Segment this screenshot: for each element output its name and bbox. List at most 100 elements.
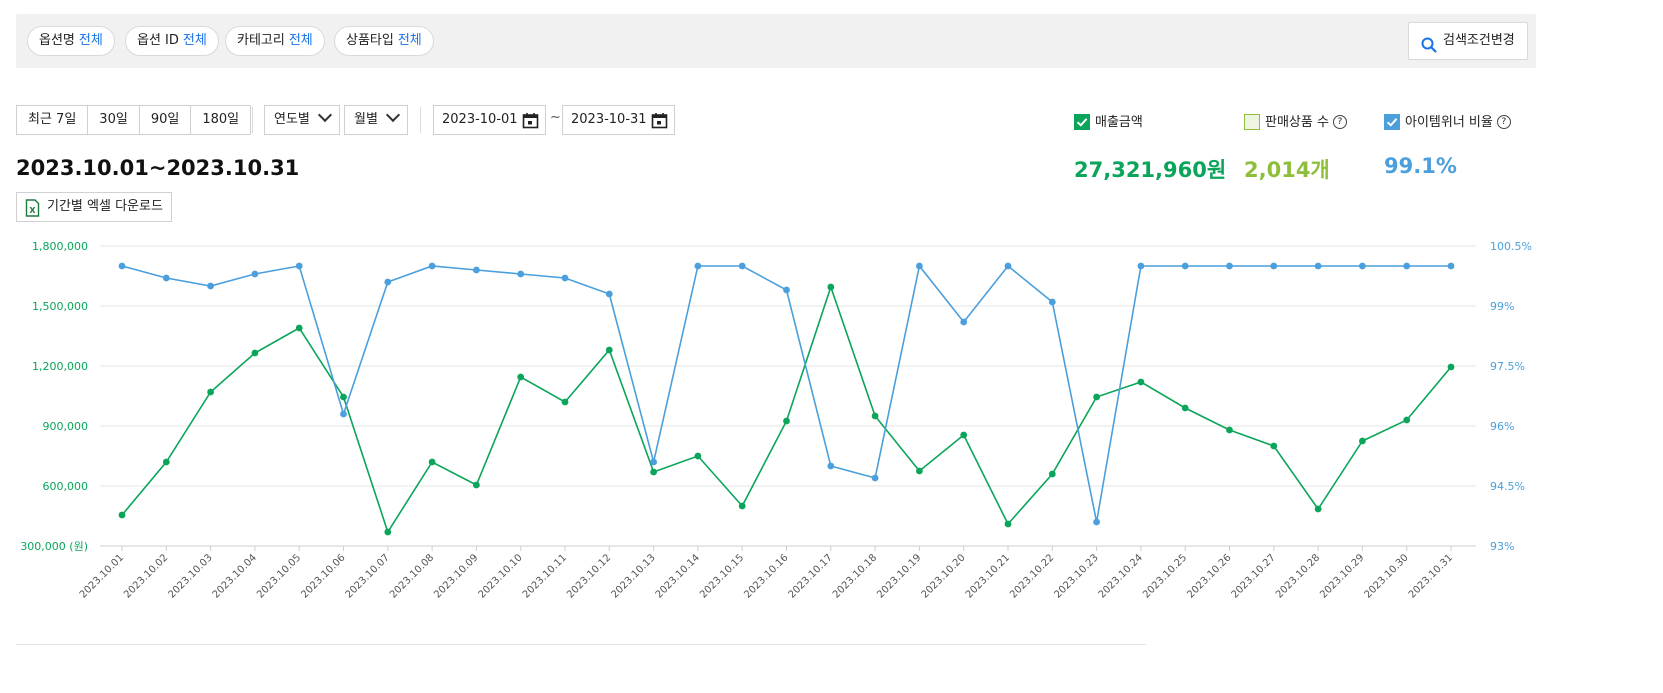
sales-data-point[interactable]	[428, 458, 436, 466]
right-axis-tick-label: 96%	[1490, 420, 1514, 433]
period-180d-button[interactable]: 180일	[191, 106, 250, 134]
ratio-data-point[interactable]	[428, 262, 436, 270]
ratio-data-point[interactable]	[340, 410, 347, 418]
sales-data-point[interactable]	[384, 528, 392, 536]
sales-data-point[interactable]	[1447, 363, 1455, 371]
ratio-data-point[interactable]	[916, 262, 923, 270]
chevron-down-icon	[317, 107, 332, 123]
sales-data-point[interactable]	[1137, 378, 1145, 386]
period-30d-button[interactable]: 30일	[88, 106, 140, 134]
calendar-icon[interactable]	[522, 112, 539, 140]
x-tick-label: 2023.10.14	[654, 552, 702, 600]
sales-data-point[interactable]	[1181, 404, 1189, 412]
chip-value: 전체	[397, 33, 422, 48]
sales-data-point[interactable]	[162, 458, 170, 466]
sales-data-point[interactable]	[960, 431, 968, 439]
month-select[interactable]: 월별	[344, 105, 408, 135]
period-90d-button[interactable]: 90일	[140, 106, 192, 134]
ratio-data-point[interactable]	[561, 274, 569, 282]
sales-data-point[interactable]	[827, 283, 835, 291]
sales-data-point[interactable]	[694, 452, 702, 460]
ratio-data-point[interactable]	[1004, 262, 1012, 270]
x-tick-label: 2023.10.04	[211, 552, 259, 600]
ratio-data-point[interactable]	[207, 282, 215, 290]
period-7d-button[interactable]: 최근 7일	[17, 106, 89, 134]
chevron-down-icon	[385, 107, 400, 123]
ratio-data-point[interactable]	[827, 462, 835, 470]
ratio-data-point[interactable]	[783, 286, 790, 294]
ratio-data-point[interactable]	[694, 262, 702, 270]
ratio-data-point[interactable]	[1270, 262, 1278, 270]
chip-product-type[interactable]: 상품타입 전체	[334, 26, 434, 56]
ratio-data-point[interactable]	[251, 270, 259, 278]
x-tick-label: 2023.10.08	[388, 552, 436, 600]
sales-data-point[interactable]	[871, 412, 879, 420]
ratio-data-point[interactable]	[1226, 262, 1233, 270]
checkbox-unchecked-icon[interactable]	[1244, 113, 1260, 130]
checkbox-checked-icon[interactable]	[1384, 113, 1400, 130]
sales-data-point[interactable]	[1270, 442, 1278, 450]
start-date-input[interactable]: 2023-10-01	[433, 105, 546, 135]
sales-data-point[interactable]	[1093, 393, 1100, 401]
sales-data-point[interactable]	[1226, 426, 1233, 434]
sales-data-point[interactable]	[295, 324, 303, 332]
left-axis-tick-label: 1,800,000	[32, 240, 88, 253]
sales-data-point[interactable]	[473, 481, 480, 489]
legend-sales-toggle[interactable]: 매출금액	[1074, 113, 1143, 132]
sales-data-point[interactable]	[605, 346, 613, 354]
ratio-data-point[interactable]	[384, 278, 392, 286]
ratio-data-point[interactable]	[1181, 262, 1189, 270]
sales-data-point[interactable]	[1314, 505, 1322, 513]
ratio-data-point[interactable]	[118, 262, 126, 270]
ratio-data-point[interactable]	[1359, 262, 1366, 270]
chip-option-name[interactable]: 옵션명 전체	[27, 26, 115, 56]
sales-data-point[interactable]	[340, 393, 347, 401]
x-tick-label: 2023.10.15	[698, 552, 746, 600]
left-axis-tick-label: 1,500,000	[32, 300, 88, 313]
change-search-conditions-button[interactable]: 검색조건변경	[1408, 22, 1528, 60]
ratio-data-point[interactable]	[1048, 298, 1056, 306]
ratio-data-point[interactable]	[871, 474, 879, 482]
ratio-data-point[interactable]	[1137, 262, 1145, 270]
help-icon[interactable]: ?	[1332, 114, 1347, 129]
ratio-data-point[interactable]	[650, 458, 657, 466]
sales-data-point[interactable]	[783, 417, 790, 425]
items-total: 2,014개	[1244, 158, 1330, 182]
legend-ratio-toggle[interactable]: 아이템위너 비율?	[1384, 113, 1511, 132]
end-date-input[interactable]: 2023-10-31	[562, 105, 675, 135]
checkbox-checked-icon[interactable]	[1074, 113, 1090, 130]
sales-data-point[interactable]	[650, 468, 657, 476]
ratio-data-point[interactable]	[960, 318, 968, 326]
ratio-data-point[interactable]	[1403, 262, 1411, 270]
sales-data-point[interactable]	[207, 388, 215, 396]
excel-download-button[interactable]: X 기간별 엑셀 다운로드	[16, 192, 172, 222]
ratio-data-point[interactable]	[295, 262, 303, 270]
help-icon[interactable]: ?	[1496, 114, 1511, 129]
sales-data-point[interactable]	[1048, 470, 1056, 478]
ratio-data-point[interactable]	[517, 270, 525, 278]
ratio-data-point[interactable]	[162, 274, 170, 282]
sales-data-point[interactable]	[118, 511, 126, 519]
sales-data-point[interactable]	[738, 502, 746, 510]
sales-data-point[interactable]	[561, 398, 569, 406]
calendar-icon[interactable]	[651, 112, 668, 140]
sales-data-point[interactable]	[916, 467, 923, 475]
sales-data-point[interactable]	[1403, 416, 1411, 424]
ratio-data-point[interactable]	[473, 266, 480, 274]
year-select[interactable]: 연도별	[264, 105, 340, 135]
sales-data-point[interactable]	[251, 349, 259, 357]
x-tick-label: 2023.10.25	[1141, 552, 1189, 600]
sales-data-point[interactable]	[517, 373, 525, 381]
chip-option-id[interactable]: 옵션 ID 전체	[125, 26, 219, 56]
sales-data-point[interactable]	[1004, 520, 1012, 528]
legend-items-toggle[interactable]: 판매상품 수?	[1244, 113, 1347, 132]
ratio-data-point[interactable]	[605, 290, 613, 298]
ratio-data-point[interactable]	[1447, 262, 1455, 270]
ratio-data-point[interactable]	[1314, 262, 1322, 270]
chip-category[interactable]: 카테고리 전체	[225, 26, 325, 56]
ratio-data-point[interactable]	[1093, 518, 1100, 526]
search-button-label: 검색조건변경	[1443, 33, 1515, 48]
x-tick-label: 2023.10.02	[122, 552, 170, 600]
sales-data-point[interactable]	[1359, 437, 1366, 445]
ratio-data-point[interactable]	[738, 262, 746, 270]
